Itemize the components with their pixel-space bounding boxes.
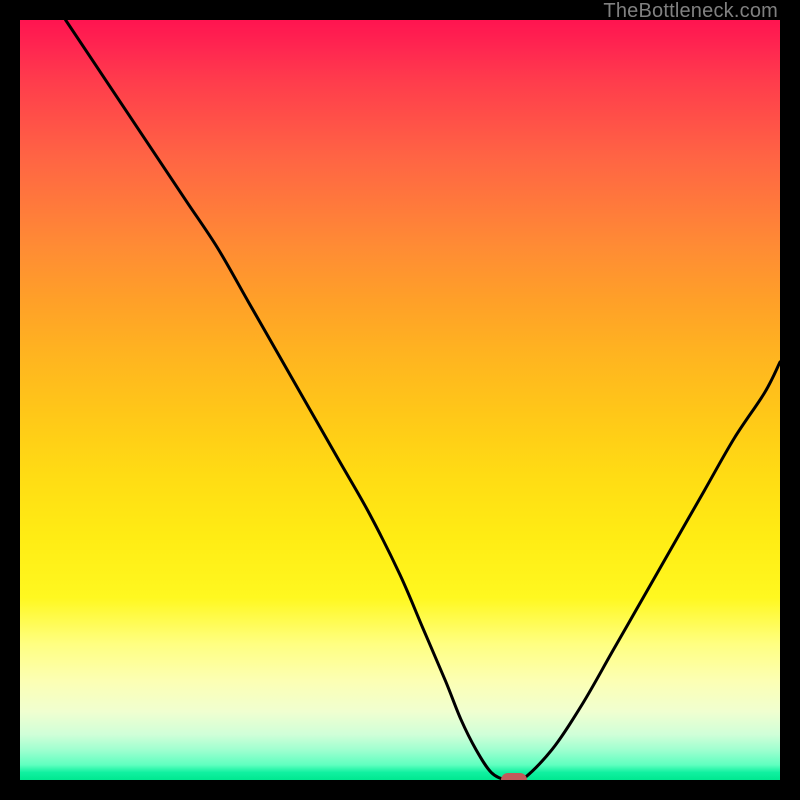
watermark-text: TheBottleneck.com [603, 0, 778, 23]
chart-container: TheBottleneck.com [0, 0, 800, 800]
bottleneck-curve [66, 20, 780, 780]
curve-svg [20, 20, 780, 780]
plot-area [20, 20, 780, 780]
optimal-marker [501, 773, 527, 780]
